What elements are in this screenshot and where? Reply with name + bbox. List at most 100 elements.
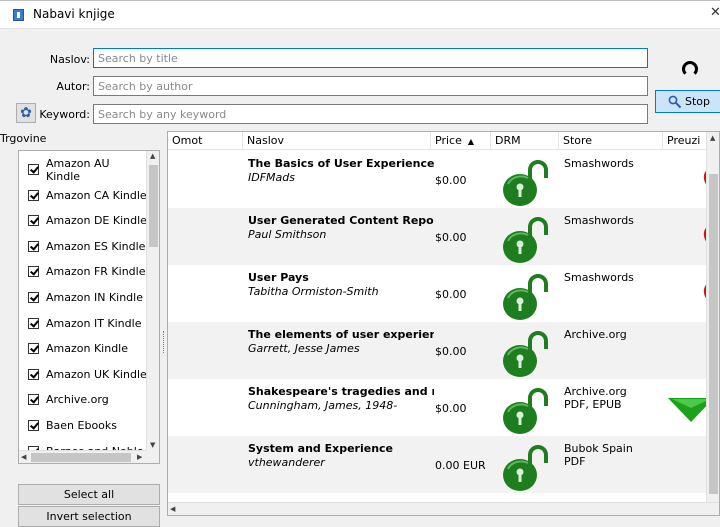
scroll-up-icon[interactable]: ▲	[710, 134, 715, 142]
store-checkbox[interactable]	[28, 317, 39, 329]
select-all-button[interactable]: Select all	[18, 484, 160, 505]
drm-lock-icon	[498, 217, 554, 265]
scrollbar-thumb[interactable]	[149, 165, 158, 247]
store-checkbox[interactable]	[28, 368, 39, 380]
stop-button[interactable]: Stop	[655, 90, 720, 113]
table-row[interactable]: User Generated Content Report Paul Smiths…	[168, 208, 719, 265]
column-header-store[interactable]: Store	[559, 132, 663, 150]
drm-lock-icon	[498, 331, 554, 379]
drm-lock-icon	[498, 445, 554, 493]
store-label: Amazon CA Kindle	[46, 188, 147, 202]
store-cell: Smashwords	[564, 214, 634, 227]
keyword-label: Keyword:	[39, 108, 90, 121]
store-item[interactable]: Amazon UK Kindle	[19, 362, 147, 387]
store-label: Amazon Kindle	[46, 342, 129, 356]
store-item[interactable]: Baen Ebooks	[19, 413, 147, 438]
panel-splitter[interactable]	[163, 331, 165, 353]
store-label: Baen Ebooks	[46, 419, 118, 432]
store-checkbox[interactable]	[28, 164, 39, 175]
store-checkbox[interactable]	[28, 343, 39, 355]
book-author: Cunningham, James, 1948-	[248, 399, 398, 412]
store-name: Smashwords	[564, 157, 634, 170]
stores-horizontal-scrollbar[interactable]: ◀ ▶	[19, 450, 147, 463]
store-item[interactable]: Amazon AU Kindle	[19, 157, 147, 183]
author-search-input[interactable]	[93, 76, 648, 96]
store-search-window: Nabavi knjige ✕ Naslov: Autor: ✿ Keyword…	[0, 0, 720, 527]
scroll-down-icon[interactable]: ▼	[150, 441, 155, 449]
book-author: Tabitha Ormiston-Smith	[248, 285, 379, 298]
title-bar: Nabavi knjige ✕	[0, 1, 720, 29]
drm-lock-icon	[498, 388, 554, 436]
store-name: Archive.org	[564, 328, 627, 341]
results-horizontal-scrollbar[interactable]: ◀	[168, 502, 719, 515]
stores-header: Trgovine	[0, 132, 47, 145]
results-vertical-scrollbar[interactable]: ▲	[706, 132, 719, 502]
store-checkbox[interactable]	[28, 215, 39, 227]
scroll-up-icon[interactable]: ▲	[150, 152, 155, 160]
table-row[interactable]: System and Experience vthewanderer 0.00 EU…	[168, 436, 708, 493]
scroll-left-icon[interactable]: ◀	[170, 505, 175, 513]
results-table[interactable]: Omot Naslov Price ▲ DRM Store Preuzi The …	[167, 131, 720, 516]
store-label: Amazon UK Kindle	[46, 367, 147, 381]
invert-selection-button[interactable]: Invert selection	[18, 506, 160, 527]
scrollbar-thumb[interactable]	[709, 174, 718, 494]
book-title: System and Experience	[248, 442, 394, 455]
store-item[interactable]: Amazon Kindle	[19, 336, 147, 361]
table-row[interactable]: The Basics of User Experience DesignIDFM…	[168, 151, 719, 208]
window-title: Nabavi knjige	[33, 7, 115, 21]
close-icon[interactable]: ✕	[710, 5, 720, 20]
table-row[interactable]: User Pays Tabitha Ormiston-Smith $0.00 Smas…	[168, 265, 719, 322]
store-checkbox[interactable]	[28, 240, 39, 252]
calibre-app-icon	[13, 9, 24, 21]
store-label: Amazon FR Kindle	[46, 265, 146, 279]
store-checkbox[interactable]	[28, 420, 39, 431]
table-row[interactable]: The elements of user experience : user-c…	[168, 322, 708, 379]
stop-label: Stop	[684, 95, 710, 108]
book-price: $0.00	[435, 402, 467, 415]
loading-spinner-icon	[682, 61, 698, 77]
drm-lock-icon	[498, 160, 554, 208]
scroll-left-icon[interactable]: ◀	[21, 453, 26, 461]
store-item[interactable]: Amazon CA Kindle	[19, 183, 147, 208]
store-item[interactable]: Archive.org	[19, 387, 147, 412]
book-title: User Pays	[248, 271, 309, 284]
column-header-drm[interactable]: DRM	[491, 132, 559, 150]
column-header-price[interactable]: Price ▲	[431, 132, 491, 150]
store-checkbox[interactable]	[28, 292, 39, 303]
store-name: Smashwords	[564, 271, 634, 284]
store-cell: Smashwords	[564, 157, 634, 170]
store-cell: Smashwords	[564, 271, 634, 284]
scroll-right-icon[interactable]: ▶	[137, 453, 142, 461]
store-label: Amazon DE Kindle	[46, 214, 147, 228]
store-cell: Bubok Spain PDF	[564, 442, 633, 468]
keyword-search-input[interactable]	[93, 104, 648, 124]
store-checkbox[interactable]	[28, 189, 39, 201]
store-checkbox[interactable]	[28, 266, 39, 278]
store-checkbox[interactable]	[28, 394, 39, 406]
table-row[interactable]: Shakespeare's tragedies and modern criti…	[168, 379, 714, 436]
store-item[interactable]: Amazon IN Kindle	[19, 285, 147, 310]
store-label: Archive.org	[46, 393, 109, 407]
author-label: Autor:	[56, 80, 90, 93]
store-item[interactable]: Amazon FR Kindle	[19, 259, 147, 284]
store-item[interactable]: Amazon ES Kindle	[19, 234, 147, 259]
gear-icon[interactable]: ✿	[16, 103, 36, 123]
store-formats: PDF	[564, 455, 586, 468]
column-header-cover[interactable]: Omot	[168, 132, 243, 150]
store-item[interactable]: Amazon IT Kindle	[19, 311, 147, 336]
search-icon	[668, 95, 682, 108]
stores-list[interactable]: Amazon AU Kindle Amazon CA Kindle Amazon D…	[18, 150, 160, 464]
store-item[interactable]: Amazon DE Kindle	[19, 208, 147, 233]
book-author: Paul Smithson	[248, 228, 327, 241]
book-title: The Basics of User Experience Design	[248, 157, 434, 170]
book-price: $0.00	[435, 288, 467, 301]
scrollbar-thumb[interactable]	[31, 453, 131, 462]
store-name: Archive.org	[564, 385, 627, 398]
book-price: 0.00 EUR	[435, 459, 486, 472]
title-search-input[interactable]	[93, 48, 648, 68]
store-label: Amazon IT Kindle	[46, 316, 142, 330]
stores-vertical-scrollbar[interactable]: ▲ ▼	[146, 151, 159, 463]
column-header-title[interactable]: Naslov	[243, 132, 431, 150]
store-cell: Archive.org PDF, EPUB	[564, 385, 627, 411]
store-label: Amazon IN Kindle	[46, 291, 143, 304]
